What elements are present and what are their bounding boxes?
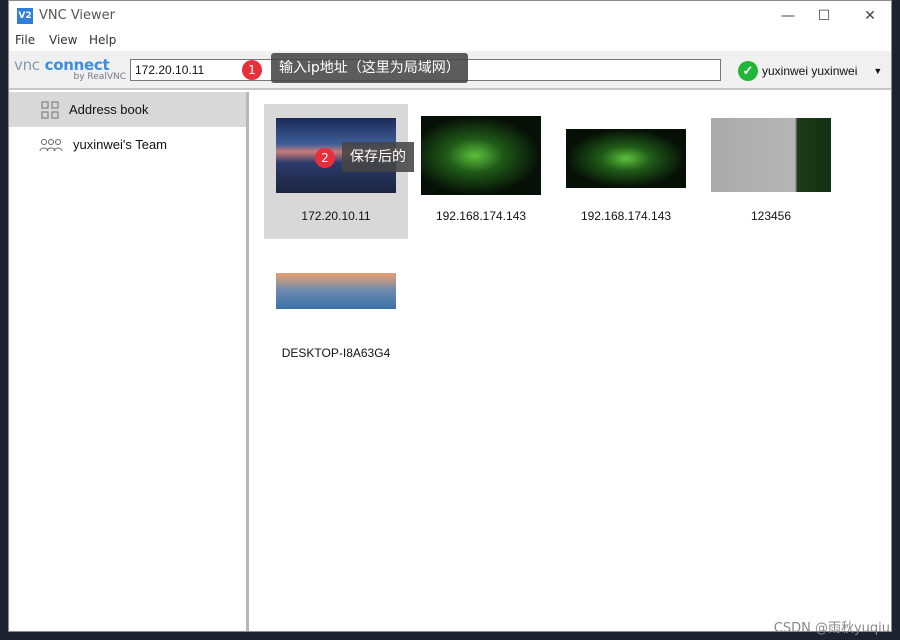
connection-label: 192.168.174.143 (435, 209, 527, 223)
connection-tile[interactable]: 192.168.174.143 (554, 104, 698, 239)
sidebar-item-label: Address book (69, 102, 149, 117)
connection-thumbnail (276, 273, 396, 309)
signed-in-check-icon: ✓ (738, 61, 758, 81)
connection-label: 123456 (750, 209, 792, 223)
connection-label: DESKTOP-I8A63G4 (281, 346, 391, 360)
connection-tile[interactable]: 192.168.174.143 (409, 104, 553, 239)
menu-help[interactable]: Help (89, 33, 116, 47)
window-title: VNC Viewer (39, 8, 116, 23)
annotation-callout: 输入ip地址（这里为局域网） (271, 53, 468, 83)
sidebar: Address book yuxinwei's Team (9, 92, 249, 631)
minimize-button[interactable]: — (768, 4, 808, 28)
vnc-connect-logo: vnc connect by RealVNC (14, 56, 126, 82)
connection-thumbnail (566, 129, 686, 188)
connections-grid: 172.20.10.11 192.168.174.143 192.168.174… (252, 92, 891, 631)
grid-icon (41, 100, 59, 119)
title-bar: V2 VNC Viewer — ☐ ✕ (9, 1, 891, 31)
sidebar-item-label: yuxinwei's Team (73, 137, 168, 152)
sidebar-item-team[interactable]: yuxinwei's Team (9, 127, 246, 162)
watermark: CSDN @雨秋yuqiu (773, 621, 890, 636)
menu-view[interactable]: View (49, 33, 77, 47)
app-icon: V2 (17, 8, 33, 24)
connection-thumbnail (711, 118, 831, 192)
menu-file[interactable]: File (15, 33, 35, 47)
connection-label: 192.168.174.143 (580, 209, 672, 223)
user-name: yuxinwei yuxinwei (762, 64, 858, 78)
vnc-viewer-window: V2 VNC Viewer — ☐ ✕ File View Help vnc c… (8, 0, 892, 632)
annotation-badge: 2 (315, 148, 335, 168)
annotation-callout: 保存后的 (342, 142, 414, 172)
connection-tile[interactable]: DESKTOP-I8A63G4 (264, 242, 408, 377)
close-button[interactable]: ✕ (850, 4, 890, 28)
sidebar-item-address-book[interactable]: Address book (9, 92, 246, 127)
connection-label: 172.20.10.11 (301, 209, 371, 223)
team-icon (39, 138, 63, 151)
annotation-badge: 1 (242, 60, 262, 80)
menu-bar: File View Help (9, 31, 891, 51)
connection-thumbnail (421, 116, 541, 195)
dropdown-caret-icon[interactable]: ▼ (873, 66, 882, 76)
connection-tile[interactable]: 123456 (699, 104, 843, 239)
maximize-button[interactable]: ☐ (804, 4, 844, 28)
account-menu[interactable]: ✓ yuxinwei yuxinwei ▼ (738, 61, 882, 81)
